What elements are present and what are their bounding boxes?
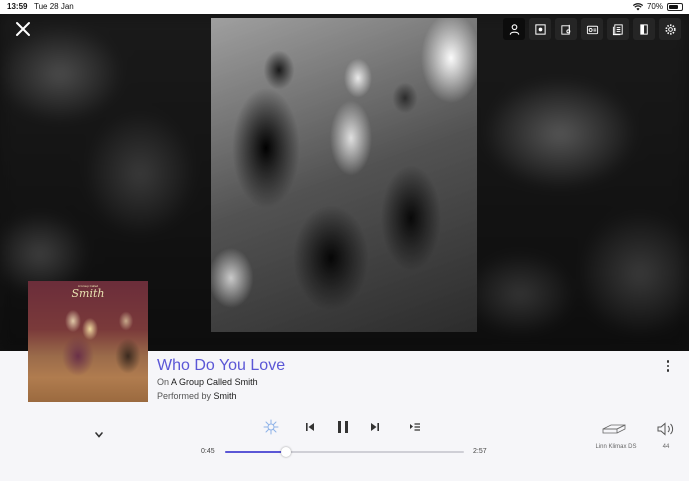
- queue-icon: [410, 423, 420, 431]
- sparkle-icon: [263, 419, 279, 435]
- progress-track[interactable]: [225, 451, 464, 453]
- book-icon: [639, 23, 648, 35]
- queue-button[interactable]: [407, 419, 423, 435]
- elapsed-time: 0:45: [201, 448, 215, 455]
- artist-prefix: Performed by: [157, 391, 212, 401]
- next-button[interactable]: [367, 419, 383, 435]
- artist-view-button[interactable]: [503, 18, 525, 40]
- track-title[interactable]: Who Do You Love: [157, 357, 285, 375]
- info-card-icon: [586, 25, 598, 34]
- status-date: Tue 28 Jan: [34, 2, 74, 11]
- album-prefix: On: [157, 377, 170, 387]
- album-link[interactable]: A Group Called Smith: [171, 377, 258, 387]
- artist-photo: [211, 18, 477, 332]
- pause-button[interactable]: [334, 418, 352, 436]
- battery-icon: [667, 2, 683, 11]
- duration-time: 2:57: [473, 448, 487, 455]
- more-options-button[interactable]: [664, 360, 672, 374]
- status-bar: 13:59 Tue 28 Jan 70%: [0, 0, 689, 14]
- artist-link[interactable]: Smith: [214, 391, 237, 401]
- close-icon[interactable]: [14, 20, 32, 38]
- gear-icon: [664, 23, 676, 35]
- shuffle-button[interactable]: [263, 419, 279, 435]
- output-device-name: Linn Klimax DS: [595, 444, 637, 450]
- album-view-button[interactable]: [529, 18, 551, 40]
- album-art[interactable]: A Group Called Smith: [28, 281, 148, 402]
- previous-button[interactable]: [302, 419, 318, 435]
- pause-icon: [338, 421, 348, 433]
- volume-icon[interactable]: [656, 421, 676, 437]
- notes-icon: [560, 24, 570, 35]
- skip-back-icon: [306, 423, 314, 431]
- settings-button[interactable]: [659, 18, 681, 40]
- bio-view-button[interactable]: [633, 18, 655, 40]
- skip-forward-icon: [371, 423, 379, 431]
- chevron-down-icon[interactable]: [93, 430, 105, 440]
- volume-level: 44: [662, 444, 670, 450]
- album-art-logo: Smith: [71, 287, 105, 300]
- streamer-icon[interactable]: [599, 422, 629, 438]
- record-icon: [534, 23, 546, 35]
- person-icon: [509, 23, 519, 35]
- wifi-icon: [632, 2, 643, 10]
- album-line: On A Group Called Smith: [157, 377, 258, 387]
- credits-icon: [612, 23, 623, 35]
- battery-percent: 70%: [646, 2, 663, 11]
- info-view-button[interactable]: [581, 18, 603, 40]
- view-toolbar: [503, 18, 681, 40]
- progress-knob[interactable]: [280, 447, 291, 457]
- status-time: 13:59: [7, 2, 28, 11]
- credits-view-button[interactable]: [607, 18, 629, 40]
- artist-line: Performed by Smith: [157, 391, 237, 401]
- lyrics-view-button[interactable]: [555, 18, 577, 40]
